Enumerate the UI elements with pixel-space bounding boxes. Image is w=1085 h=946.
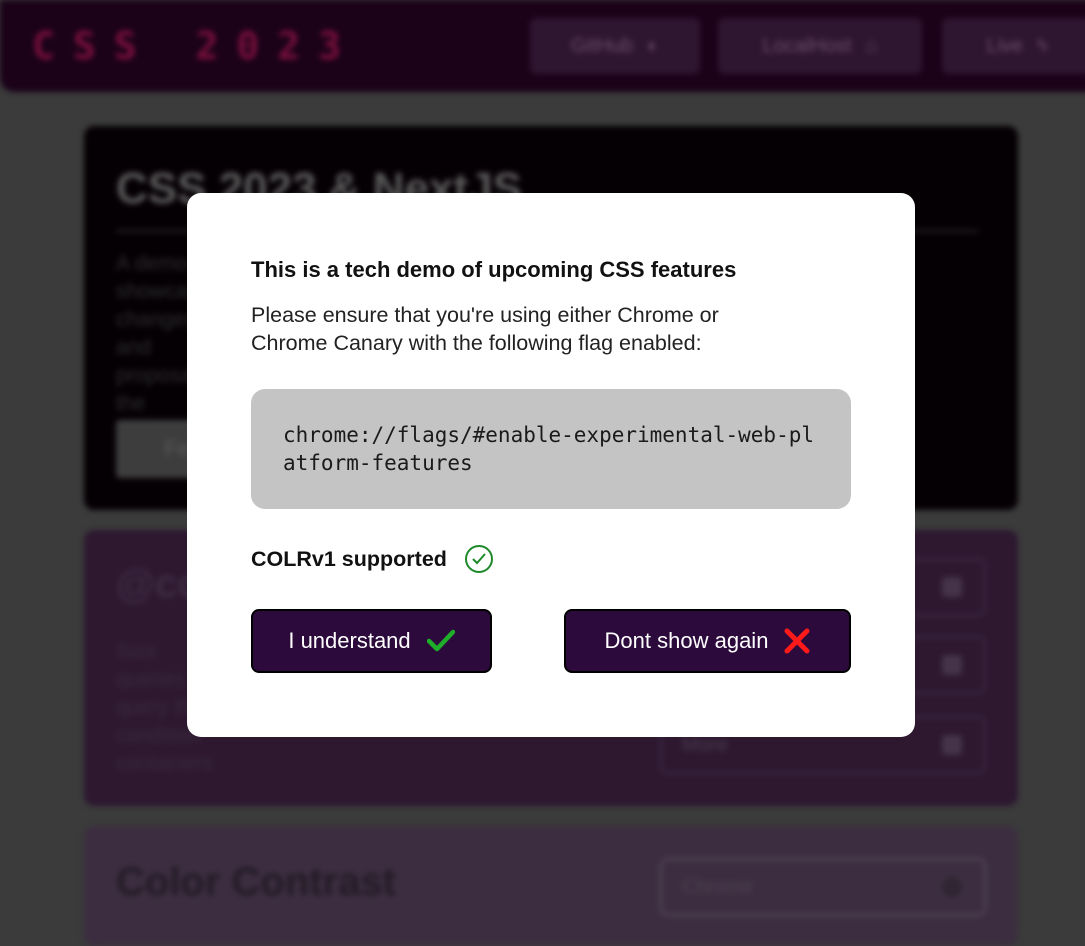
section-card-color-contrast: Color Contrast Chrome xyxy=(84,826,1018,946)
dont-show-again-button[interactable]: Dont show again xyxy=(564,609,851,673)
modal-title: This is a tech demo of upcoming CSS feat… xyxy=(251,257,737,282)
modal-actions: I understand Dont show again xyxy=(251,609,851,673)
select-label: More xyxy=(682,734,728,756)
section-title: Color Contrast xyxy=(116,860,396,904)
i-understand-button[interactable]: I understand xyxy=(251,609,492,673)
nav-github-label: GitHub xyxy=(570,34,634,57)
cross-icon xyxy=(784,628,810,654)
support-label: COLRv1 supported xyxy=(251,546,447,571)
document-icon xyxy=(942,735,962,755)
lightning-icon: ϟ xyxy=(1037,34,1048,57)
top-navigation: CSS 2023 GitHub ◐ LocalHost ⌂ Live ϟ xyxy=(0,0,1085,92)
nav-localhost-button[interactable]: LocalHost ⌂ xyxy=(718,18,922,74)
mail-icon xyxy=(942,655,962,675)
browser-select[interactable]: Chrome xyxy=(660,858,986,916)
chrome-flag-code[interactable]: chrome://flags/#enable-experimental-web-… xyxy=(251,389,851,509)
i-understand-label: I understand xyxy=(288,628,411,653)
checkmark-icon xyxy=(426,629,455,653)
modal-body-text: Please ensure that you're using either C… xyxy=(251,303,719,355)
plus-icon xyxy=(942,577,962,597)
tech-demo-modal: This is a tech demo of upcoming CSS feat… xyxy=(187,193,915,737)
select-label: Chrome xyxy=(682,876,754,898)
check-circle-icon xyxy=(464,545,493,573)
nav-live-button[interactable]: Live ϟ xyxy=(942,18,1085,74)
nav-localhost-label: LocalHost xyxy=(762,34,852,57)
chrome-icon xyxy=(942,877,962,897)
github-icon: ◐ xyxy=(647,34,660,57)
colrv1-support-status: COLRv1 supported xyxy=(251,543,851,575)
site-logo[interactable]: CSS 2023 xyxy=(32,24,359,68)
home-icon: ⌂ xyxy=(865,34,878,57)
nav-github-button[interactable]: GitHub ◐ xyxy=(530,18,700,74)
nav-live-label: Live xyxy=(986,34,1024,57)
dont-show-again-label: Dont show again xyxy=(604,628,769,653)
